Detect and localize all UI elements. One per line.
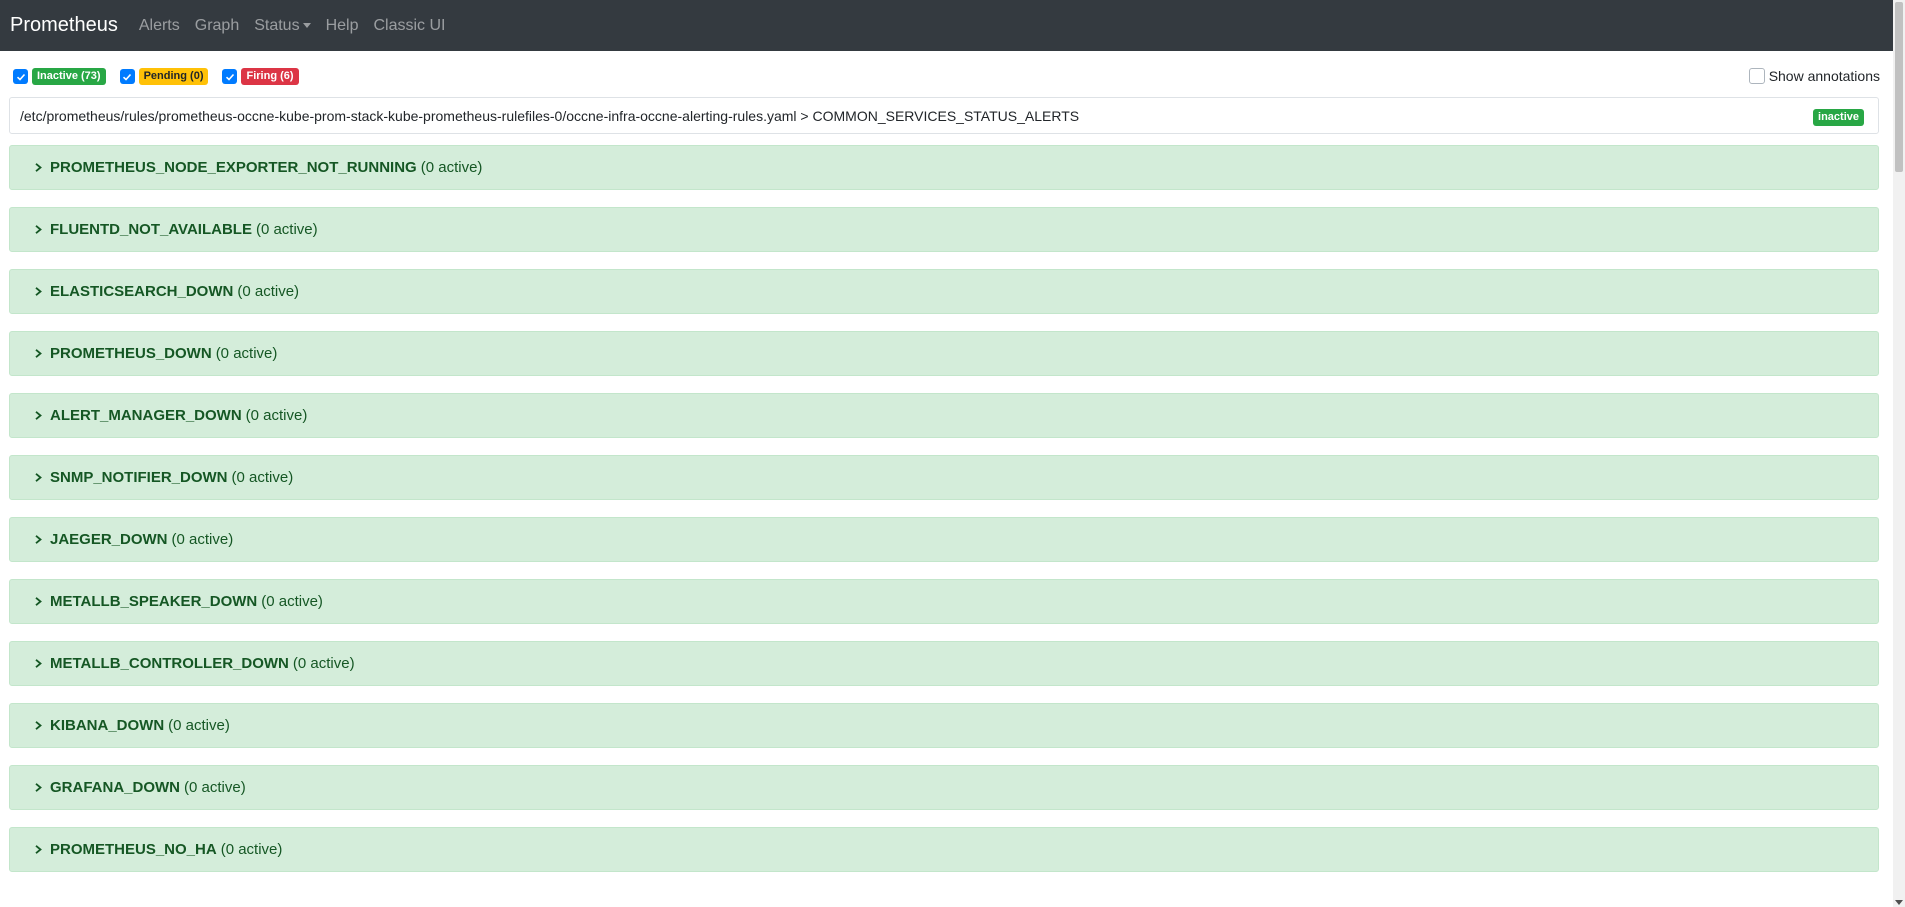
alert-rule-name: GRAFANA_DOWN [50, 779, 180, 796]
alert-rule-active-count: (0 active) [420, 159, 483, 176]
alert-rule-name: KIBANA_DOWN [50, 717, 165, 734]
page-scrollbar[interactable] [1893, 0, 1905, 907]
alert-rule-active-count: (0 active) [261, 593, 323, 610]
nav-status-label: Status [254, 16, 300, 34]
filter-firing[interactable]: Firing (6) [222, 68, 299, 85]
filter-pending[interactable]: Pending (0) [119, 68, 209, 85]
chevron-right-icon [34, 163, 43, 172]
alert-rule-active-count: (0 active) [231, 469, 294, 486]
nav-status-dropdown[interactable]: Status [254, 16, 311, 35]
show-annotations-toggle[interactable]: Show annotations [1748, 68, 1880, 84]
alert-rule-active-count: (0 active) [168, 717, 230, 734]
pending-count-badge: Pending (0) [138, 68, 209, 85]
alert-rule-name: SNMP_NOTIFIER_DOWN [50, 469, 228, 486]
alert-rule-name: METALLB_CONTROLLER_DOWN [50, 655, 289, 672]
alert-rule-row[interactable]: ELASTICSEARCH_DOWN (0 active) [9, 269, 1879, 314]
filter-inactive[interactable]: Inactive (73) [13, 68, 106, 85]
alert-rule-active-count: (0 active) [245, 407, 308, 424]
rule-group-header: /etc/prometheus/rules/prometheus-occne-k… [9, 97, 1879, 134]
chevron-right-icon [34, 659, 43, 668]
checkbox-checked-icon[interactable] [119, 69, 135, 84]
top-navbar: Prometheus Alerts Graph Status Help Clas… [0, 0, 1905, 51]
checkbox-checked-icon[interactable] [13, 69, 28, 84]
alert-rule-row[interactable]: KIBANA_DOWN (0 active) [9, 703, 1879, 748]
alert-rule-active-count: (0 active) [255, 221, 318, 238]
nav-alerts[interactable]: Alerts [139, 17, 180, 35]
alert-rule-name: ELASTICSEARCH_DOWN [50, 283, 234, 300]
inactive-count-badge: Inactive (73) [32, 68, 106, 85]
nav-help[interactable]: Help [326, 17, 359, 35]
alert-rule-name: METALLB_SPEAKER_DOWN [50, 593, 258, 610]
alert-rule-name: PROMETHEUS_NO_HA [50, 841, 217, 858]
chevron-right-icon [34, 721, 43, 730]
rule-group-path: /etc/prometheus/rules/prometheus-occne-k… [20, 107, 1080, 124]
chevron-right-icon [34, 225, 43, 234]
alert-rule-name: JAEGER_DOWN [50, 531, 168, 548]
alert-rule-active-count: (0 active) [215, 345, 278, 362]
alert-rule-row[interactable]: FLUENTD_NOT_AVAILABLE (0 active) [9, 207, 1879, 252]
alert-rule-active-count: (0 active) [220, 841, 283, 858]
alert-rule-active-count: (0 active) [171, 531, 234, 548]
alert-rule-name: ALERT_MANAGER_DOWN [50, 407, 242, 424]
alert-rule-row[interactable]: PROMETHEUS_NO_HA (0 active) [9, 827, 1879, 872]
alert-rule-row[interactable]: METALLB_SPEAKER_DOWN (0 active) [9, 579, 1879, 624]
chevron-right-icon [34, 783, 43, 792]
alert-rule-name: PROMETHEUS_NODE_EXPORTER_NOT_RUNNING [50, 159, 417, 176]
alert-rule-row[interactable]: ALERT_MANAGER_DOWN (0 active) [9, 393, 1879, 438]
alert-rules-list: PROMETHEUS_NODE_EXPORTER_NOT_RUNNING (0 a… [9, 145, 1879, 889]
alert-rule-row[interactable]: PROMETHEUS_DOWN (0 active) [9, 331, 1879, 376]
scrollbar-thumb[interactable] [1895, 2, 1903, 172]
chevron-right-icon [34, 473, 43, 482]
brand-link[interactable]: Prometheus [10, 14, 118, 37]
group-state-badge: inactive [1813, 109, 1864, 126]
alert-rule-row[interactable]: GRAFANA_DOWN (0 active) [9, 765, 1879, 810]
chevron-right-icon [34, 597, 43, 606]
caret-down-icon [302, 22, 311, 28]
show-annotations-label: Show annotations [1768, 68, 1880, 84]
nav-classic-ui[interactable]: Classic UI [373, 17, 445, 35]
alert-rule-row[interactable]: SNMP_NOTIFIER_DOWN (0 active) [9, 455, 1879, 500]
alert-rule-name: PROMETHEUS_DOWN [50, 345, 212, 362]
chevron-right-icon [34, 287, 43, 296]
firing-count-badge: Firing (6) [241, 68, 299, 85]
chevron-right-icon [34, 535, 43, 544]
chevron-right-icon [34, 411, 43, 420]
chevron-right-icon [34, 349, 43, 358]
alert-rule-active-count: (0 active) [292, 655, 355, 672]
alert-rule-active-count: (0 active) [184, 779, 246, 796]
alert-rule-active-count: (0 active) [237, 283, 300, 300]
alert-rule-row[interactable]: PROMETHEUS_NODE_EXPORTER_NOT_RUNNING (0 a… [9, 145, 1879, 190]
alert-rule-row[interactable]: METALLB_CONTROLLER_DOWN (0 active) [9, 641, 1879, 686]
checkbox-checked-icon[interactable] [222, 69, 238, 84]
alert-rule-name: FLUENTD_NOT_AVAILABLE [50, 221, 252, 238]
alert-rule-row[interactable]: JAEGER_DOWN (0 active) [9, 517, 1879, 562]
state-filters: Inactive (73) Pending (0) Firing (6) [13, 68, 313, 85]
scroll-down-arrow-icon[interactable] [1895, 900, 1903, 905]
checkbox-unchecked-icon[interactable] [1748, 68, 1765, 84]
chevron-right-icon [34, 845, 43, 854]
nav-graph[interactable]: Graph [195, 17, 239, 35]
